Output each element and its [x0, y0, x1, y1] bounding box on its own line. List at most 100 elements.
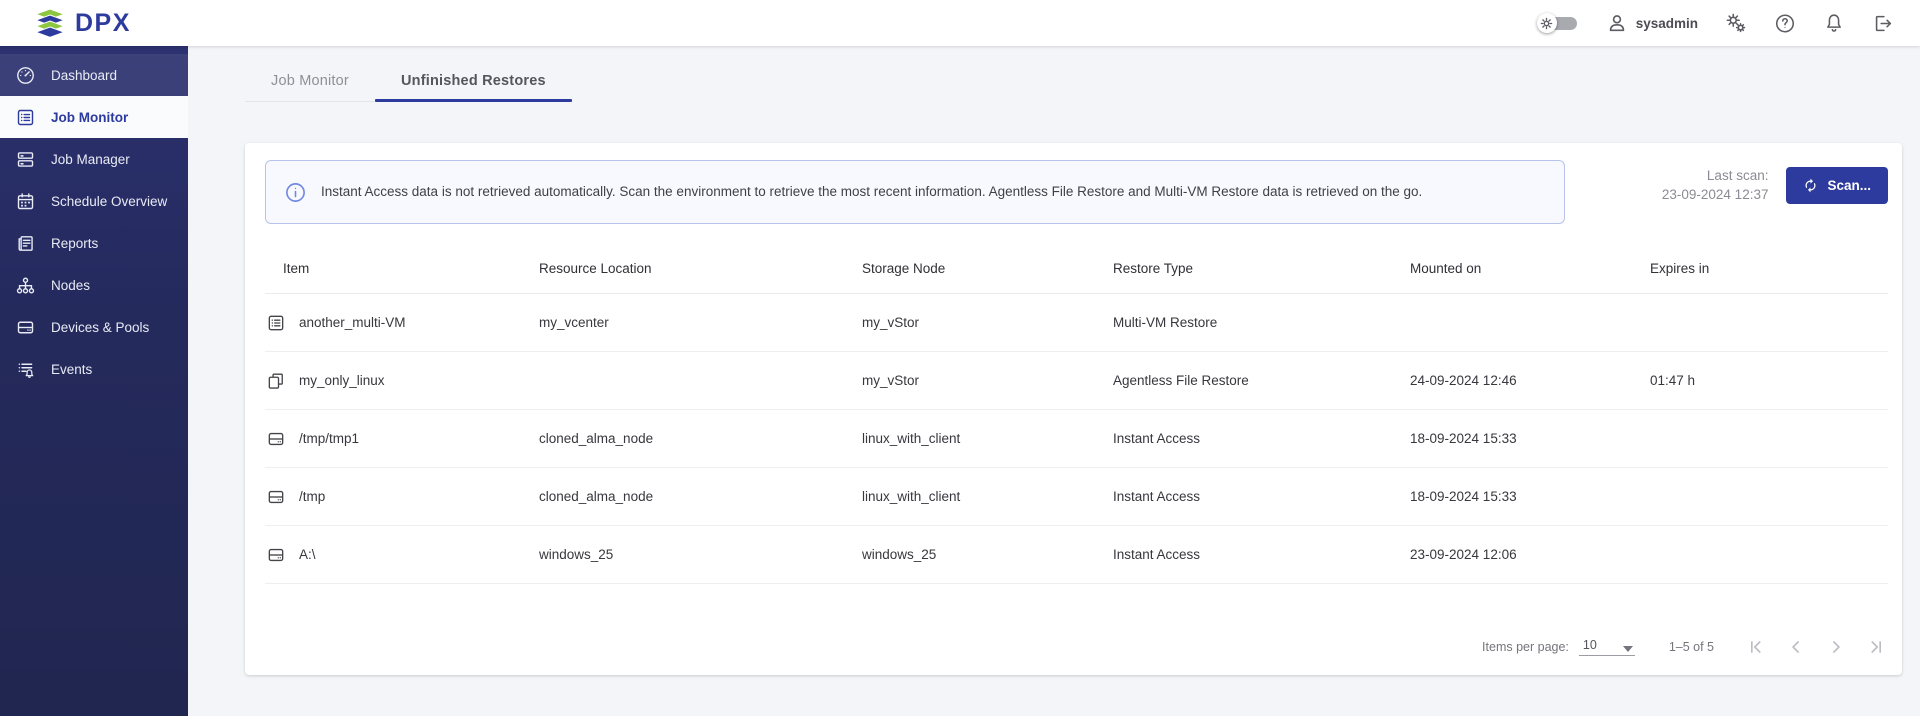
tab-job-monitor[interactable]: Job Monitor	[245, 60, 375, 101]
info-banner-text: Instant Access data is not retrieved aut…	[321, 182, 1422, 202]
col-storage-node: Storage Node	[862, 261, 1113, 276]
cell-mounted-on: 18-09-2024 15:33	[1410, 489, 1650, 504]
table-row[interactable]: another_multi-VM my_vcenter my_vStor Mul…	[265, 294, 1888, 352]
logout-icon[interactable]	[1872, 12, 1894, 34]
sidebar-item-reports[interactable]: Reports	[0, 222, 188, 264]
table-header: Item Resource Location Storage Node Rest…	[265, 244, 1888, 294]
cell-storage-node: linux_with_client	[862, 489, 1113, 504]
cell-storage-node: my_vStor	[862, 373, 1113, 388]
page-range-label: 1–5 of 5	[1669, 640, 1714, 654]
info-icon	[284, 181, 307, 204]
tab-bar: Job Monitor Unfinished Restores	[245, 60, 572, 102]
user-icon	[1606, 12, 1628, 34]
cell-item: another_multi-VM	[299, 315, 406, 330]
cell-mounted-on: 24-09-2024 12:46	[1410, 373, 1650, 388]
sidebar-item-job-monitor[interactable]: Job Monitor	[0, 96, 188, 138]
previous-page-icon[interactable]	[1784, 635, 1808, 659]
col-restore-type: Restore Type	[1113, 261, 1410, 276]
info-banner: Instant Access data is not retrieved aut…	[265, 160, 1565, 224]
scan-button-label: Scan...	[1827, 178, 1871, 193]
agentless-file-restore-icon	[265, 370, 286, 391]
cell-restore-type: Agentless File Restore	[1113, 373, 1410, 388]
cell-storage-node: linux_with_client	[862, 431, 1113, 446]
last-scan-value: 23-09-2024 12:37	[1662, 185, 1769, 204]
last-page-icon[interactable]	[1864, 635, 1888, 659]
main-content: Job Monitor Unfinished Restores Instant …	[188, 46, 1920, 716]
job-monitor-icon	[15, 107, 36, 128]
scan-button[interactable]: Scan...	[1786, 167, 1888, 204]
cell-resource-location: my_vcenter	[539, 315, 862, 330]
instant-access-icon	[265, 486, 286, 507]
table-row[interactable]: my_only_linux my_vStor Agentless File Re…	[265, 352, 1888, 410]
sidebar-item-label: Dashboard	[51, 68, 117, 83]
cell-item: /tmp	[299, 489, 325, 504]
sidebar-item-label: Job Monitor	[51, 110, 128, 125]
cell-resource-location: windows_25	[539, 547, 862, 562]
devices-pools-icon	[15, 317, 36, 338]
sidebar-item-nodes[interactable]: Nodes	[0, 264, 188, 306]
table-row[interactable]: A:\ windows_25 windows_25 Instant Access…	[265, 526, 1888, 584]
cell-restore-type: Instant Access	[1113, 489, 1410, 504]
last-scan-label: Last scan:	[1662, 166, 1769, 185]
dpx-logo[interactable]: DPX	[34, 8, 131, 38]
sidebar-item-label: Job Manager	[51, 152, 130, 167]
sidebar-item-schedule-overview[interactable]: Schedule Overview	[0, 180, 188, 222]
username: sysadmin	[1636, 16, 1698, 31]
dashboard-icon	[15, 65, 36, 86]
sidebar-item-label: Events	[51, 362, 92, 377]
caret-down-icon	[1623, 646, 1633, 652]
cell-resource-location: cloned_alma_node	[539, 431, 862, 446]
cell-resource-location: cloned_alma_node	[539, 489, 862, 504]
sidebar-item-label: Schedule Overview	[51, 194, 167, 209]
dpx-layers-icon	[34, 8, 66, 38]
col-resource-location: Resource Location	[539, 261, 862, 276]
cell-item: my_only_linux	[299, 373, 385, 388]
items-per-page-label: Items per page:	[1482, 640, 1569, 654]
sidebar-item-dashboard[interactable]: Dashboard	[0, 54, 188, 96]
cell-storage-node: my_vStor	[862, 315, 1113, 330]
cell-mounted-on: 18-09-2024 15:33	[1410, 431, 1650, 446]
multi-vm-restore-icon	[265, 312, 286, 333]
items-per-page-select[interactable]: 10	[1579, 638, 1635, 656]
topbar: DPX	[0, 0, 1920, 46]
sidebar: Dashboard Job Monitor Job Manag	[0, 46, 188, 716]
cell-item: /tmp/tmp1	[299, 431, 359, 446]
next-page-icon[interactable]	[1824, 635, 1848, 659]
sidebar-item-devices-pools[interactable]: Devices & Pools	[0, 306, 188, 348]
table-row[interactable]: /tmp cloned_alma_node linux_with_client …	[265, 468, 1888, 526]
cell-expires-in: 01:47 h	[1650, 373, 1888, 388]
restores-table: Item Resource Location Storage Node Rest…	[265, 244, 1888, 584]
last-scan: Last scan: 23-09-2024 12:37	[1662, 166, 1769, 204]
cell-item: A:\	[299, 547, 316, 562]
sidebar-item-events[interactable]: Events	[0, 348, 188, 390]
col-item: Item	[265, 261, 539, 276]
user-menu[interactable]: sysadmin	[1606, 12, 1698, 34]
job-manager-icon	[15, 149, 36, 170]
sidebar-item-label: Devices & Pools	[51, 320, 149, 335]
sidebar-item-label: Nodes	[51, 278, 90, 293]
col-expires-in: Expires in	[1650, 261, 1888, 276]
instant-access-icon	[265, 544, 286, 565]
table-row[interactable]: /tmp/tmp1 cloned_alma_node linux_with_cl…	[265, 410, 1888, 468]
cell-storage-node: windows_25	[862, 547, 1113, 562]
tab-unfinished-restores[interactable]: Unfinished Restores	[375, 60, 572, 101]
reports-icon	[15, 233, 36, 254]
notifications-icon[interactable]	[1823, 12, 1845, 34]
settings-icon[interactable]	[1725, 12, 1747, 34]
theme-toggle[interactable]	[1537, 12, 1579, 34]
cell-restore-type: Instant Access	[1113, 431, 1410, 446]
pagination-bar: Items per page: 10 1–5 of 5	[265, 619, 1888, 675]
help-icon[interactable]	[1774, 12, 1796, 34]
unfinished-restores-panel: Instant Access data is not retrieved aut…	[245, 143, 1902, 675]
items-per-page-value: 10	[1583, 638, 1597, 652]
theme-toggle-gear-icon	[1537, 13, 1557, 33]
cell-mounted-on: 23-09-2024 12:06	[1410, 547, 1650, 562]
sidebar-item-label: Reports	[51, 236, 98, 251]
cell-restore-type: Instant Access	[1113, 547, 1410, 562]
col-mounted-on: Mounted on	[1410, 261, 1650, 276]
sidebar-item-job-manager[interactable]: Job Manager	[0, 138, 188, 180]
schedule-overview-icon	[15, 191, 36, 212]
first-page-icon[interactable]	[1744, 635, 1768, 659]
table-body: another_multi-VM my_vcenter my_vStor Mul…	[265, 294, 1888, 584]
instant-access-icon	[265, 428, 286, 449]
